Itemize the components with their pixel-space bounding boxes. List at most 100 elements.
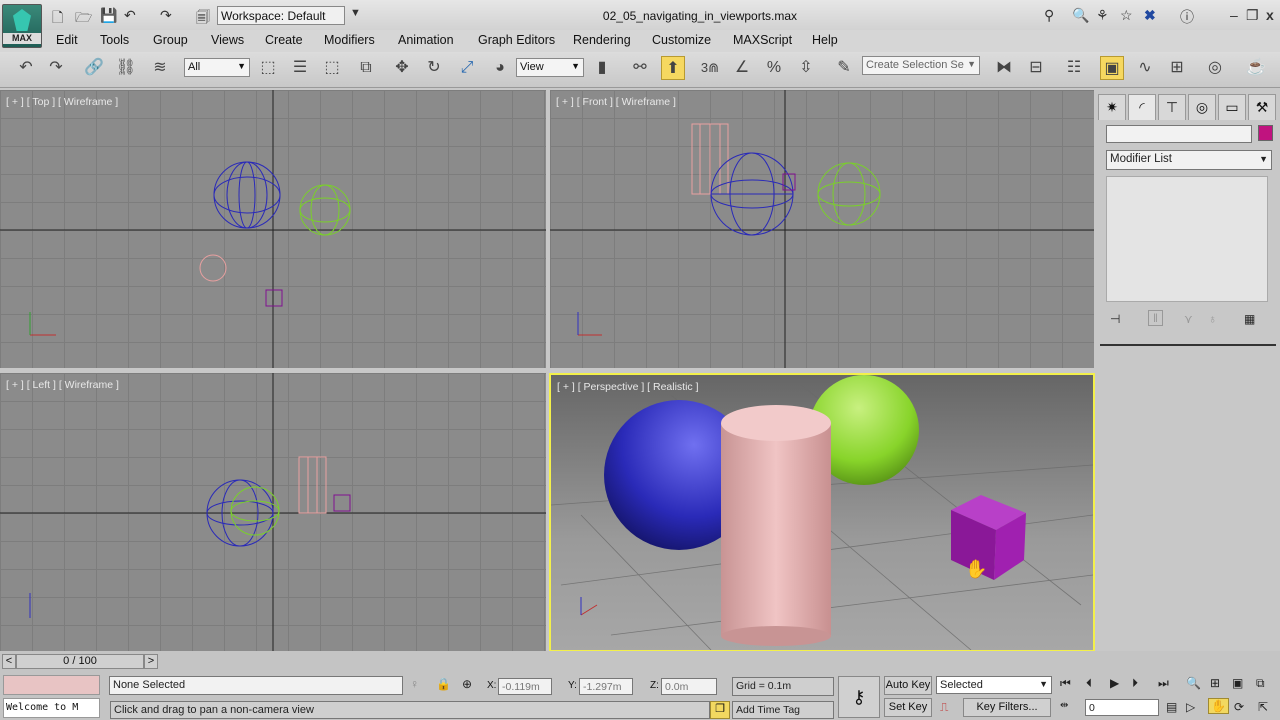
z-coordinate-field[interactable]: 0.0m bbox=[661, 678, 717, 695]
next-frame-button[interactable]: > bbox=[144, 654, 158, 669]
set-key-button[interactable]: Set Key bbox=[884, 698, 932, 717]
new-file-icon[interactable]: 🗋 bbox=[52, 7, 63, 31]
object-color-swatch[interactable] bbox=[1258, 125, 1273, 141]
key-mode-dropdown[interactable]: Selected ▼ bbox=[936, 676, 1052, 694]
viewport-front[interactable]: [ + ] [ Front ] [ Wireframe ] bbox=[550, 90, 1094, 368]
zoom-icon[interactable]: 🔍 bbox=[1186, 676, 1201, 690]
modifier-stack[interactable] bbox=[1106, 176, 1268, 302]
menu-create[interactable]: Create bbox=[265, 33, 303, 47]
x-coordinate-field[interactable]: -0.119m bbox=[498, 678, 552, 695]
keyboard-shortcut-override-icon[interactable]: ⬆ bbox=[661, 56, 685, 80]
select-rotate-icon[interactable]: ↻ bbox=[422, 56, 446, 80]
menu-help[interactable]: Help bbox=[812, 33, 838, 47]
align-icon[interactable]: ⊟ bbox=[1024, 56, 1048, 80]
schematic-view-icon[interactable]: ⊞ bbox=[1165, 56, 1189, 80]
restore-icon[interactable]: ❐ bbox=[1246, 7, 1259, 24]
maxscript-listener-field[interactable] bbox=[3, 675, 100, 695]
edit-named-selection-icon[interactable]: ✎ bbox=[832, 56, 856, 80]
select-place-icon[interactable]: ◕ bbox=[488, 56, 512, 80]
time-tag-icon[interactable]: ❐ bbox=[710, 701, 730, 719]
render-setup-icon[interactable]: ☕ bbox=[1244, 56, 1268, 80]
display-tab-icon[interactable]: ▭ bbox=[1218, 94, 1246, 120]
select-by-name-icon[interactable]: ☰ bbox=[288, 56, 312, 80]
play-icon[interactable]: ▶ bbox=[1110, 676, 1119, 690]
select-scale-icon[interactable]: ⤢ bbox=[455, 56, 479, 80]
isolate-selection-icon[interactable]: ♀ bbox=[410, 677, 419, 691]
y-coordinate-field[interactable]: -1.297m bbox=[579, 678, 633, 695]
set-keys-key-icon[interactable]: ⚷ bbox=[838, 676, 880, 718]
go-to-end-icon[interactable]: ⏭ bbox=[1158, 676, 1169, 691]
zoom-all-icon[interactable]: ⊞ bbox=[1210, 676, 1220, 690]
select-link-icon[interactable]: 🔗 bbox=[82, 56, 106, 80]
redo-icon[interactable]: ↷ bbox=[44, 56, 68, 80]
absolute-transform-icon[interactable]: ⊕ bbox=[462, 677, 472, 691]
angle-snap-icon[interactable]: ∠ bbox=[730, 56, 754, 80]
viewport-perspective[interactable]: ✋ [ + ] [ Perspective ] [ Realistic ] bbox=[549, 373, 1095, 652]
project-folder-icon[interactable]: 🗐 bbox=[196, 7, 210, 31]
time-slider[interactable]: 0 / 100 bbox=[16, 654, 144, 669]
previous-frame-icon[interactable]: ⏴ bbox=[1086, 676, 1092, 691]
remove-modifier-icon[interactable]: ♁ bbox=[1208, 312, 1217, 326]
select-object-icon[interactable]: ⬚ bbox=[256, 56, 280, 80]
rectangular-selection-icon[interactable]: ⬚ bbox=[320, 56, 344, 80]
manipulate-icon[interactable]: ⚯ bbox=[628, 56, 652, 80]
close-icon[interactable]: x bbox=[1266, 7, 1274, 23]
window-crossing-icon[interactable]: ⧉ bbox=[354, 56, 378, 80]
orbit-icon[interactable]: ⟳ bbox=[1234, 700, 1244, 714]
current-frame-field[interactable]: 0 bbox=[1085, 699, 1159, 716]
hierarchy-tab-icon[interactable]: ⊤ bbox=[1158, 94, 1186, 120]
scene-explorer-icon[interactable]: ▣ bbox=[1100, 56, 1124, 80]
material-editor-icon[interactable]: ◎ bbox=[1203, 56, 1227, 80]
maximize-viewport-icon[interactable]: ⇱ bbox=[1258, 700, 1268, 714]
time-configuration-icon[interactable]: ▤ bbox=[1166, 700, 1177, 714]
key-filters-button[interactable]: Key Filters... bbox=[963, 698, 1051, 717]
curve-editor-icon[interactable]: ∿ bbox=[1133, 56, 1157, 80]
viewport-label-front[interactable]: [ + ] [ Front ] [ Wireframe ] bbox=[556, 96, 676, 108]
undo-icon[interactable]: ↶ bbox=[14, 56, 38, 80]
help-icon[interactable]: ⓘ bbox=[1180, 7, 1194, 27]
application-button[interactable]: MAX bbox=[2, 4, 42, 48]
unlink-icon[interactable]: ⛓ bbox=[114, 56, 138, 80]
pan-view-icon[interactable]: ✋ bbox=[1208, 698, 1229, 714]
menu-maxscript[interactable]: MAXScript bbox=[733, 33, 792, 47]
snaps-toggle-icon[interactable]: 3⋒ bbox=[698, 56, 722, 80]
open-file-icon[interactable]: 🗁 bbox=[75, 7, 92, 31]
redo-icon[interactable]: ↷ bbox=[160, 7, 172, 24]
percent-snap-icon[interactable]: % bbox=[762, 56, 786, 80]
menu-modifiers[interactable]: Modifiers bbox=[324, 33, 375, 47]
spinner-snap-icon[interactable]: ⇳ bbox=[794, 56, 818, 80]
make-unique-icon[interactable]: ⋎ bbox=[1184, 312, 1193, 326]
customize-quick-access-icon[interactable]: ▼ bbox=[350, 7, 361, 19]
configure-modifier-sets-icon[interactable]: ▦ bbox=[1244, 312, 1255, 326]
reference-coordinate-dropdown[interactable]: View ▼ bbox=[516, 58, 584, 77]
add-time-tag-button[interactable]: Add Time Tag bbox=[732, 701, 834, 719]
search-binoculars-icon[interactable]: ⚲ bbox=[1044, 7, 1054, 24]
viewport-label-perspective[interactable]: [ + ] [ Perspective ] [ Realistic ] bbox=[557, 381, 699, 393]
pin-stack-icon[interactable]: ⊣ bbox=[1110, 312, 1120, 326]
subscription-icon[interactable]: ⚘ bbox=[1096, 7, 1109, 24]
viewport-top[interactable]: [ + ] [ Top ] [ Wireframe ] bbox=[0, 90, 546, 368]
menu-views[interactable]: Views bbox=[211, 33, 244, 47]
viewport-left[interactable]: [ + ] [ Left ] [ Wireframe ] bbox=[0, 373, 546, 651]
layer-manager-icon[interactable]: ☷ bbox=[1062, 56, 1086, 80]
menu-rendering[interactable]: Rendering bbox=[573, 33, 631, 47]
auto-key-button[interactable]: Auto Key bbox=[884, 676, 932, 695]
menu-graph-editors[interactable]: Graph Editors bbox=[478, 33, 555, 47]
exchange-icon[interactable]: ✖ bbox=[1144, 7, 1156, 24]
viewport-label-left[interactable]: [ + ] [ Left ] [ Wireframe ] bbox=[6, 379, 119, 391]
menu-edit[interactable]: Edit bbox=[56, 33, 78, 47]
maxscript-output[interactable]: Welcome to M bbox=[3, 698, 100, 718]
modify-tab-icon[interactable]: ◜ bbox=[1128, 94, 1156, 120]
next-frame-icon[interactable]: ⏵ bbox=[1132, 676, 1138, 691]
menu-animation[interactable]: Animation bbox=[398, 33, 454, 47]
viewport-label-top[interactable]: [ + ] [ Top ] [ Wireframe ] bbox=[6, 96, 118, 108]
show-end-result-icon[interactable]: ‖ bbox=[1148, 310, 1163, 326]
named-selection-dropdown[interactable]: Create Selection Se ▼ bbox=[862, 56, 980, 75]
minimize-icon[interactable]: – bbox=[1230, 7, 1238, 23]
menu-customize[interactable]: Customize bbox=[652, 33, 711, 47]
motion-tab-icon[interactable]: ◎ bbox=[1188, 94, 1216, 120]
selection-filter-dropdown[interactable]: All ▼ bbox=[184, 58, 250, 77]
utilities-tab-icon[interactable]: ⚒ bbox=[1248, 94, 1276, 120]
go-to-start-icon[interactable]: ⏮ bbox=[1060, 676, 1071, 691]
workspace-dropdown[interactable]: Workspace: Default bbox=[217, 6, 345, 25]
